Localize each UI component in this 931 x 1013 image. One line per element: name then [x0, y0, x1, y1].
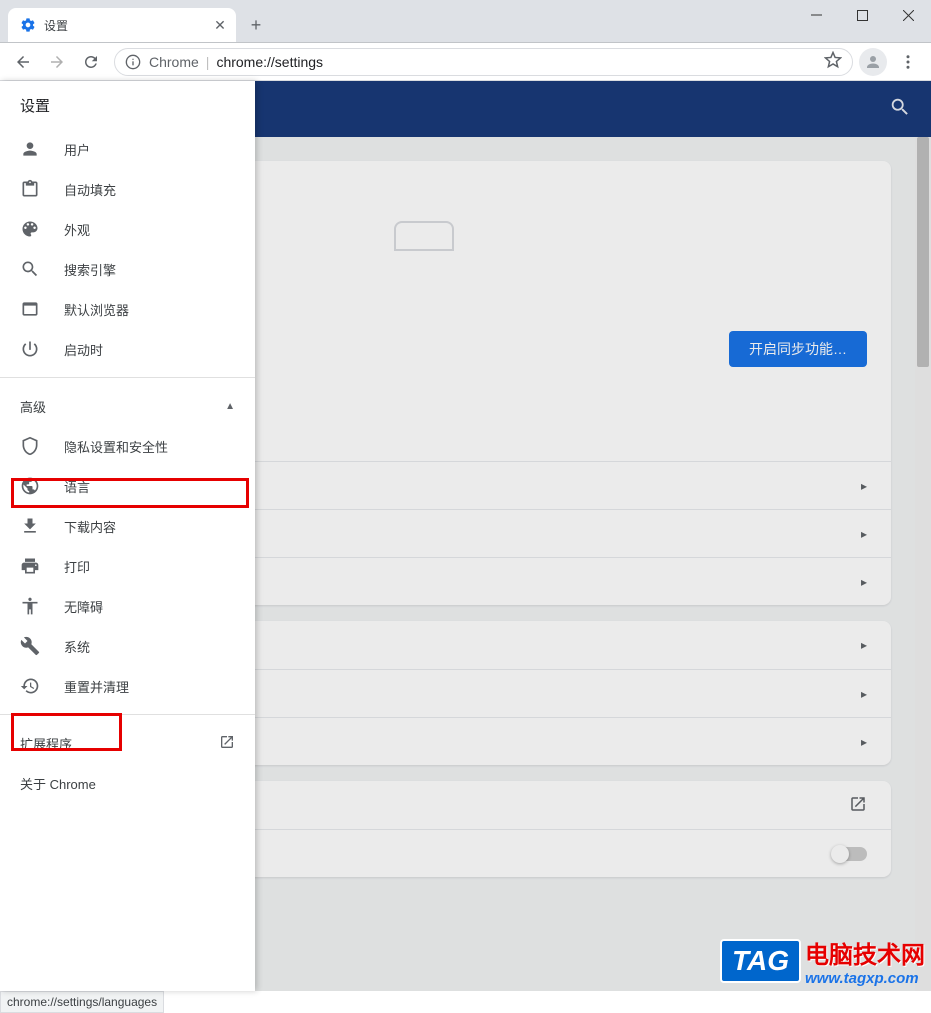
sidebar-item-clipboard[interactable]: 自动填充: [0, 169, 255, 209]
browser-tab[interactable]: 设置 ✕: [8, 8, 236, 42]
sidebar-item-label: 隐私设置和安全性: [64, 437, 168, 456]
sidebar-item-restore[interactable]: 重置并清理: [0, 666, 255, 706]
status-bar: chrome://settings/languages: [0, 991, 164, 1013]
sidebar-item-person[interactable]: 用户: [0, 129, 255, 169]
profile-avatar-icon[interactable]: [859, 48, 887, 76]
sidebar-item-label: 启动时: [64, 340, 103, 359]
sidebar-item-browser[interactable]: 默认浏览器: [0, 289, 255, 329]
chrome-menu-button[interactable]: [891, 47, 925, 77]
sidebar-item-download[interactable]: 下载内容: [0, 506, 255, 546]
clipboard-icon: [20, 179, 40, 199]
sidebar-item-globe[interactable]: 语言: [0, 466, 255, 506]
wrench-icon: [20, 636, 40, 656]
window-titlebar: 设置 ✕ +: [0, 0, 931, 43]
restore-icon: [20, 676, 40, 696]
tab-title: 设置: [44, 17, 68, 34]
advanced-label: 高级: [20, 397, 46, 416]
window-close-button[interactable]: [885, 0, 931, 30]
url-origin: Chrome: [149, 54, 199, 70]
sidebar-item-palette[interactable]: 外观: [0, 209, 255, 249]
palette-icon: [20, 219, 40, 239]
sidebar-item-label: 用户: [64, 140, 90, 159]
tab-close-icon[interactable]: ✕: [212, 17, 228, 33]
sidebar-item-label: 自动填充: [64, 180, 116, 199]
sidebar-item-accessibility[interactable]: 无障碍: [0, 586, 255, 626]
sidebar-item-shield[interactable]: 隐私设置和安全性: [0, 426, 255, 466]
chevron-up-icon: ▲: [225, 401, 235, 412]
page-content: 畅享 Google 的智能技术 同步并个性化设置 Chrome 开启同步功能… …: [0, 81, 931, 991]
sidebar-title: 设置: [0, 81, 255, 129]
sidebar-item-wrench[interactable]: 系统: [0, 626, 255, 666]
extensions-label: 扩展程序: [20, 734, 72, 753]
sidebar-item-about[interactable]: 关于 Chrome: [0, 763, 255, 803]
sidebar-item-label: 下载内容: [64, 517, 116, 536]
sidebar-item-label: 默认浏览器: [64, 300, 129, 319]
external-link-icon: [219, 734, 235, 753]
sidebar-item-search[interactable]: 搜索引擎: [0, 249, 255, 289]
sidebar-item-power[interactable]: 启动时: [0, 329, 255, 369]
tab-favicon-icon: [20, 17, 36, 33]
sidebar-item-label: 外观: [64, 220, 90, 239]
person-icon: [20, 139, 40, 159]
search-icon: [20, 259, 40, 279]
power-icon: [20, 339, 40, 359]
sidebar-item-label: 语言: [64, 477, 90, 496]
back-button[interactable]: [6, 47, 40, 77]
browser-toolbar: Chrome | chrome://settings: [0, 43, 931, 81]
reload-button[interactable]: [74, 47, 108, 77]
sidebar-item-label: 系统: [64, 637, 90, 656]
sidebar-item-label: 搜索引擎: [64, 260, 116, 279]
site-info-icon[interactable]: [125, 54, 141, 70]
bookmark-star-icon[interactable]: [824, 51, 842, 72]
new-tab-button[interactable]: +: [242, 11, 270, 39]
forward-button[interactable]: [40, 47, 74, 77]
url-text: chrome://settings: [216, 54, 323, 70]
window-maximize-button[interactable]: [839, 0, 885, 30]
sidebar-advanced-toggle[interactable]: 高级 ▲: [0, 386, 255, 426]
accessibility-icon: [20, 596, 40, 616]
download-icon: [20, 516, 40, 536]
about-label: 关于 Chrome: [20, 774, 96, 793]
print-icon: [20, 556, 40, 576]
sidebar-item-print[interactable]: 打印: [0, 546, 255, 586]
address-bar[interactable]: Chrome | chrome://settings: [114, 48, 853, 76]
window-minimize-button[interactable]: [793, 0, 839, 30]
globe-icon: [20, 476, 40, 496]
watermark: TAG 电脑技术网 www.tagxp.com: [720, 935, 925, 987]
settings-sidebar: 设置 用户自动填充外观搜索引擎默认浏览器启动时 高级 ▲ 隐私设置和安全性语言下…: [0, 81, 255, 991]
sidebar-item-label: 重置并清理: [64, 677, 129, 696]
drawer-overlay[interactable]: [255, 81, 931, 991]
browser-icon: [20, 299, 40, 319]
sidebar-item-label: 打印: [64, 557, 90, 576]
shield-icon: [20, 436, 40, 456]
sidebar-item-label: 无障碍: [64, 597, 103, 616]
sidebar-item-extensions[interactable]: 扩展程序: [0, 723, 255, 763]
